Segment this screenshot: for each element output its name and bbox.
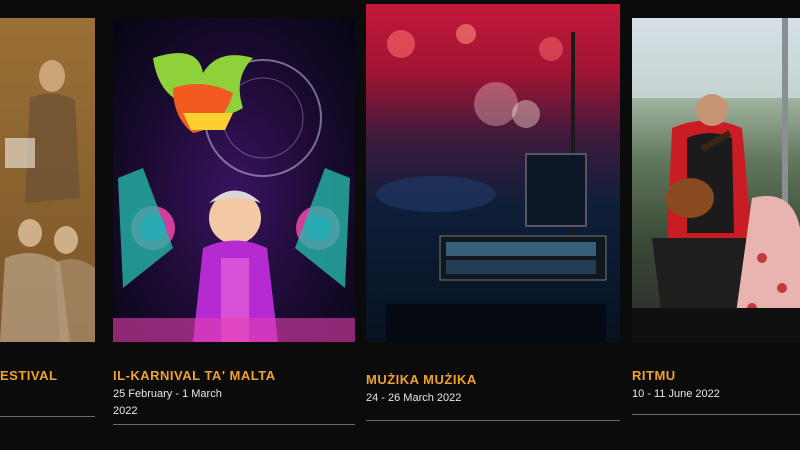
event-title[interactable]: MUŻIKA MUŻIKA <box>366 372 477 387</box>
event-image-baroque-painting[interactable] <box>0 18 95 342</box>
divider <box>366 420 620 421</box>
divider <box>113 424 355 425</box>
event-card-muzika[interactable]: MUŻIKA MUŻIKA 24 - 26 March 2022 <box>366 0 620 450</box>
event-card-ritmu[interactable]: RITMU 10 - 11 June 2022 <box>632 0 800 450</box>
event-date: 10 - 11 June 2022 <box>632 388 720 400</box>
event-date: 25 February - 1 March 2022 <box>113 388 222 417</box>
event-card-festival[interactable]: ESTIVAL <box>0 0 95 450</box>
event-image-concert-stage[interactable] <box>366 4 620 342</box>
event-title[interactable]: RITMU <box>632 368 676 383</box>
event-image-carnival-float[interactable] <box>113 18 355 342</box>
guitarist-illustration <box>632 18 800 342</box>
event-card-karnival[interactable]: IL-KARNIVAL TA' MALTA 25 February - 1 Ma… <box>113 0 355 450</box>
divider <box>632 414 800 415</box>
divider <box>0 416 95 417</box>
concert-illustration <box>376 24 607 342</box>
event-date: 24 - 26 March 2022 <box>366 392 462 404</box>
event-image-guitarist[interactable] <box>632 18 800 342</box>
event-title[interactable]: IL-KARNIVAL TA' MALTA <box>113 368 276 383</box>
carnival-illustration <box>113 53 355 342</box>
painting-illustration <box>0 18 95 342</box>
event-title[interactable]: ESTIVAL <box>0 368 57 383</box>
